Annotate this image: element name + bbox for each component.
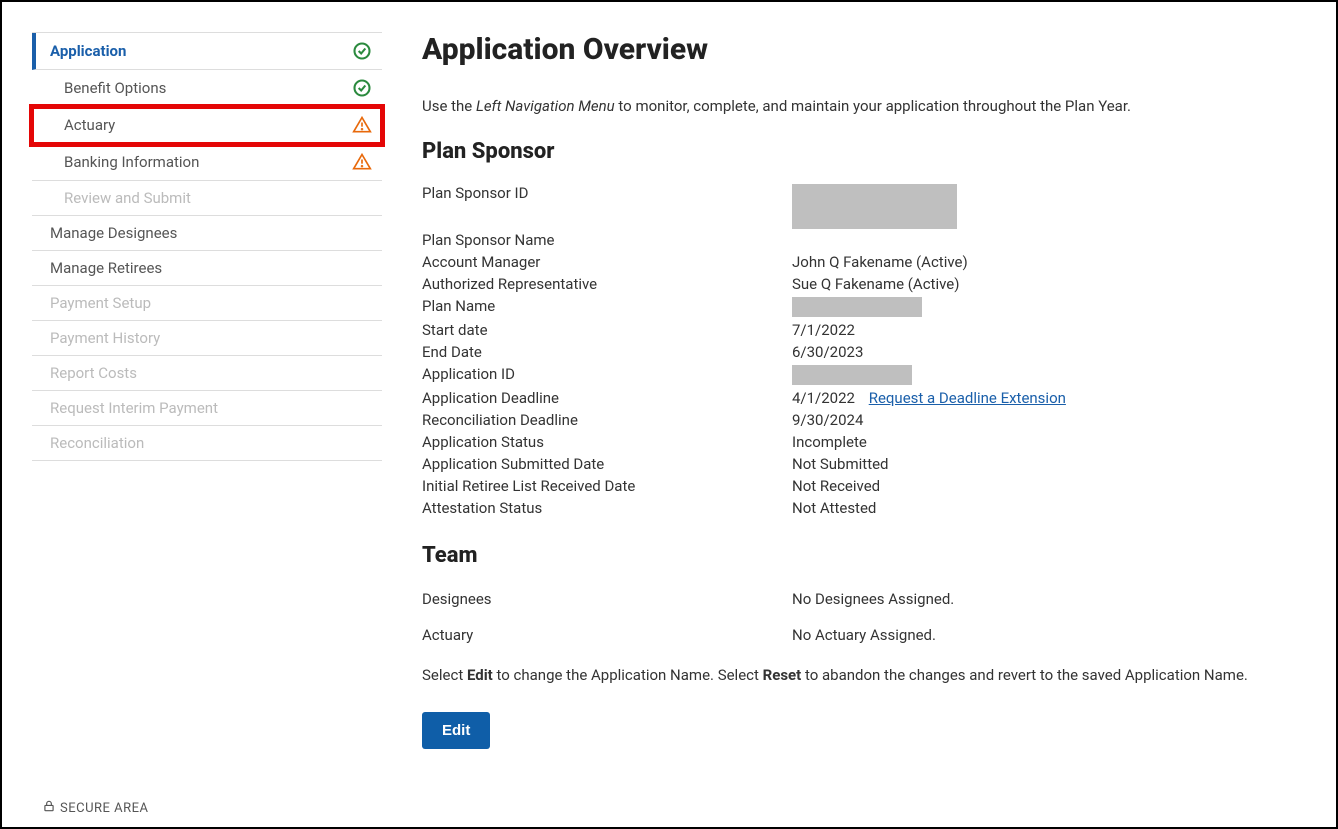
main-content: Application Overview Use the Left Naviga… <box>412 32 1306 817</box>
field-application-deadline: Application Deadline 4/1/2022 Request a … <box>422 387 1306 409</box>
nav-item-actuary[interactable]: Actuary <box>32 107 382 144</box>
warning-icon <box>352 152 372 172</box>
field-end-date: End Date 6/30/2023 <box>422 341 1306 363</box>
field-value: 9/30/2024 <box>792 411 863 429</box>
field-value: 6/30/2023 <box>792 343 863 361</box>
nav-label: Banking Information <box>64 153 199 171</box>
nav-item-benefit-options[interactable]: Benefit Options <box>32 70 382 107</box>
field-account-manager: Account Manager John Q Fakename (Active) <box>422 251 1306 273</box>
field-value: Not Attested <box>792 499 876 517</box>
nav-item-request-interim-payment: Request Interim Payment <box>32 391 382 426</box>
nav-item-banking-information[interactable]: Banking Information <box>32 144 382 181</box>
intro-text: Use the Left Navigation Menu to monitor,… <box>422 97 1306 115</box>
field-value: Sue Q Fakename (Active) <box>792 275 959 293</box>
field-label: Reconciliation Deadline <box>422 411 792 429</box>
nav-label: Benefit Options <box>64 79 166 97</box>
field-designees: Designees No Designees Assigned. <box>422 586 1306 612</box>
field-value <box>792 297 922 317</box>
field-label: Application Deadline <box>422 389 792 407</box>
field-label: Start date <box>422 321 792 339</box>
nav-label: Payment History <box>50 329 160 347</box>
field-label: Application Submitted Date <box>422 455 792 473</box>
field-application-status: Application Status Incomplete <box>422 431 1306 453</box>
field-label: Authorized Representative <box>422 275 792 293</box>
nav-label: Request Interim Payment <box>50 399 218 417</box>
redacted-value <box>792 365 912 385</box>
field-value: John Q Fakename (Active) <box>792 253 968 271</box>
nav-list: Application Benefit Options Actuary Bank… <box>32 32 382 461</box>
field-initial-retiree: Initial Retiree List Received Date Not R… <box>422 475 1306 497</box>
nav-label: Review and Submit <box>64 189 191 207</box>
field-reconciliation-deadline: Reconciliation Deadline 9/30/2024 <box>422 409 1306 431</box>
field-label: Initial Retiree List Received Date <box>422 477 792 495</box>
field-label: Application ID <box>422 365 792 385</box>
lock-icon <box>42 799 56 817</box>
nav-item-payment-history: Payment History <box>32 321 382 356</box>
field-plan-sponsor-name: Plan Sponsor Name <box>422 229 1306 251</box>
left-nav: Application Benefit Options Actuary Bank… <box>32 32 382 817</box>
field-label: Plan Sponsor ID <box>422 184 792 229</box>
field-authorized-rep: Authorized Representative Sue Q Fakename… <box>422 273 1306 295</box>
nav-item-review-submit: Review and Submit <box>32 181 382 216</box>
nav-item-payment-setup: Payment Setup <box>32 286 382 321</box>
field-application-submitted: Application Submitted Date Not Submitted <box>422 453 1306 475</box>
field-plan-name: Plan Name <box>422 295 1306 319</box>
request-deadline-extension-link[interactable]: Request a Deadline Extension <box>869 389 1066 407</box>
field-value: No Actuary Assigned. <box>792 626 936 644</box>
nav-label: Reconciliation <box>50 434 144 452</box>
nav-label: Manage Designees <box>50 224 177 242</box>
field-label: End Date <box>422 343 792 361</box>
nav-label: Application <box>50 42 126 60</box>
section-team: Team <box>422 543 1306 568</box>
field-plan-sponsor-id: Plan Sponsor ID <box>422 182 1306 231</box>
field-value: 4/1/2022 Request a Deadline Extension <box>792 389 1066 407</box>
field-label: Account Manager <box>422 253 792 271</box>
field-attestation-status: Attestation Status Not Attested <box>422 497 1306 519</box>
field-value: 7/1/2022 <box>792 321 855 339</box>
field-label: Plan Sponsor Name <box>422 231 792 249</box>
secure-area-label: SECURE AREA <box>42 799 148 817</box>
check-icon <box>352 78 372 98</box>
nav-label: Payment Setup <box>50 294 151 312</box>
nav-item-reconciliation: Reconciliation <box>32 426 382 461</box>
warning-icon <box>352 115 372 135</box>
edit-instruction: Select Edit to change the Application Na… <box>422 666 1306 684</box>
nav-label: Report Costs <box>50 364 137 382</box>
section-plan-sponsor: Plan Sponsor <box>422 139 1306 164</box>
redacted-value <box>792 297 922 317</box>
nav-label: Manage Retirees <box>50 259 162 277</box>
field-label: Plan Name <box>422 297 792 317</box>
edit-button[interactable]: Edit <box>422 712 490 749</box>
field-value: Not Received <box>792 477 880 495</box>
nav-item-application[interactable]: Application <box>32 33 382 70</box>
nav-item-manage-designees[interactable]: Manage Designees <box>32 216 382 251</box>
nav-item-manage-retirees[interactable]: Manage Retirees <box>32 251 382 286</box>
field-start-date: Start date 7/1/2022 <box>422 319 1306 341</box>
redacted-value <box>792 184 957 229</box>
nav-label: Actuary <box>64 116 115 134</box>
field-label: Actuary <box>422 626 792 644</box>
page-title: Application Overview <box>422 32 1306 67</box>
field-value: No Designees Assigned. <box>792 590 954 608</box>
field-value <box>792 365 912 385</box>
field-label: Application Status <box>422 433 792 451</box>
field-value <box>792 184 957 229</box>
check-icon <box>352 41 372 61</box>
field-application-id: Application ID <box>422 363 1306 387</box>
field-value: Incomplete <box>792 433 867 451</box>
nav-item-report-costs: Report Costs <box>32 356 382 391</box>
field-actuary: Actuary No Actuary Assigned. <box>422 612 1306 648</box>
field-label: Attestation Status <box>422 499 792 517</box>
field-value: Not Submitted <box>792 455 889 473</box>
field-label: Designees <box>422 590 792 608</box>
